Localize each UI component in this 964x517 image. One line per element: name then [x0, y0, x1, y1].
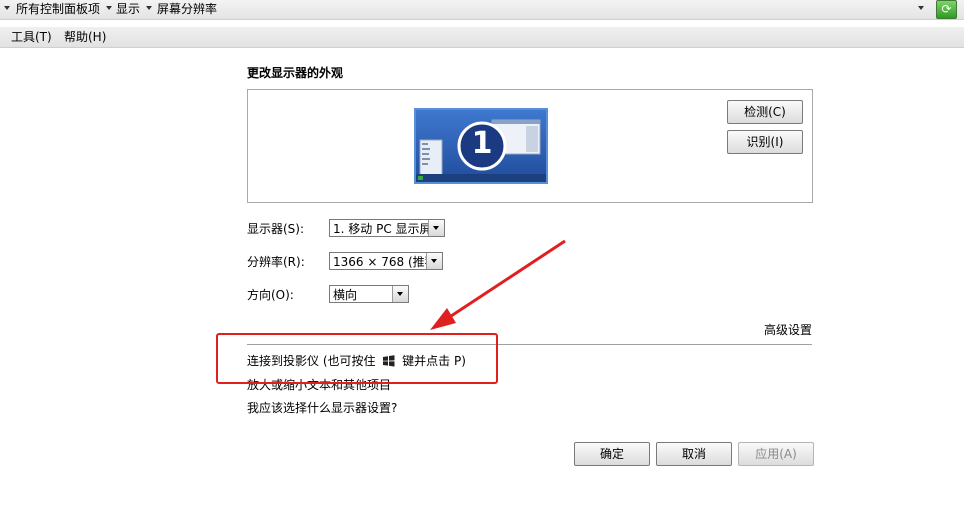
chevron-down-icon[interactable] [106, 6, 112, 10]
breadcrumb-display[interactable]: 显示 [116, 1, 140, 17]
resolution-select[interactable]: 1366 × 768 (推荐) [329, 252, 443, 270]
chevron-down-icon[interactable] [428, 220, 444, 236]
monitor-preview-panel: 1 检测(C) 识别(I) [247, 89, 813, 203]
annotation-highlight-box [216, 333, 498, 384]
orientation-label: 方向(O): [247, 288, 294, 302]
address-dropdown-icon[interactable] [918, 6, 924, 10]
orientation-select[interactable]: 横向 [329, 285, 409, 303]
monitor-thumbnail[interactable]: 1 [414, 108, 548, 184]
advanced-settings-link[interactable]: 高级设置 [764, 322, 812, 338]
annotation-arrow-icon [430, 239, 566, 330]
resolution-label: 分辨率(R): [247, 255, 305, 269]
breadcrumb-control-panel[interactable]: 所有控制面板项 [16, 1, 100, 17]
breadcrumb-screen-resolution[interactable]: 屏幕分辨率 [157, 1, 217, 17]
apply-button[interactable]: 应用(A) [738, 442, 814, 466]
ok-button[interactable]: 确定 [574, 442, 650, 466]
orientation-select-value: 横向 [333, 288, 358, 302]
page-title: 更改显示器的外观 [247, 66, 344, 80]
refresh-icon[interactable]: ⟳ [936, 0, 957, 19]
cancel-button[interactable]: 取消 [656, 442, 732, 466]
chevron-down-icon[interactable] [426, 253, 442, 269]
identify-button[interactable]: 识别(I) [727, 130, 803, 154]
address-bar: 所有控制面板项 显示 屏幕分辨率 ⟳ [0, 0, 964, 20]
detect-button[interactable]: 检测(C) [727, 100, 803, 124]
chevron-down-icon[interactable] [4, 6, 10, 10]
display-select-value: 1. 移动 PC 显示屏 [333, 222, 432, 236]
menu-help[interactable]: 帮助(H) [64, 29, 106, 45]
menu-tools[interactable]: 工具(T) [11, 29, 52, 45]
which-settings-link[interactable]: 我应该选择什么显示器设置? [247, 400, 397, 416]
chevron-down-icon[interactable] [392, 286, 408, 302]
display-label: 显示器(S): [247, 222, 305, 236]
menu-bar: 工具(T) 帮助(H) [0, 27, 964, 48]
chevron-down-icon[interactable] [146, 6, 152, 10]
monitor-number-label: 1 [471, 126, 493, 161]
display-select[interactable]: 1. 移动 PC 显示屏 [329, 219, 445, 237]
